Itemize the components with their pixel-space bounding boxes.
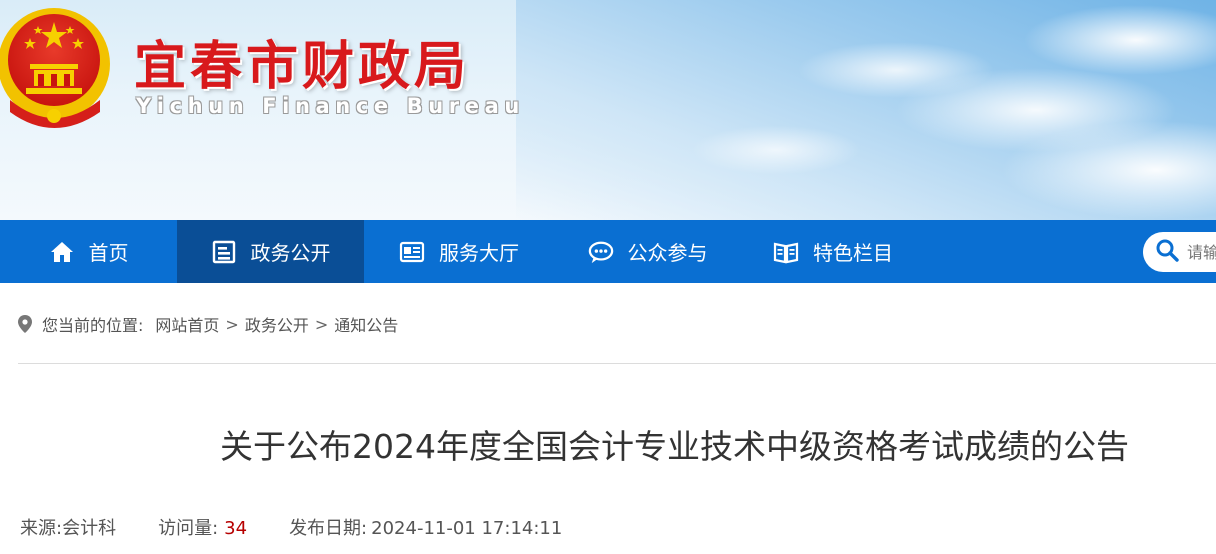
search-box[interactable]	[1143, 232, 1216, 272]
search-icon[interactable]	[1155, 238, 1179, 266]
sky-background	[516, 0, 1216, 220]
nav-item-label: 公众参与	[627, 241, 708, 265]
breadcrumb-link-government-affairs[interactable]: 政务公开	[245, 312, 309, 336]
breadcrumb-separator: >	[314, 314, 329, 334]
nav-item-public-participation[interactable]: 公众参与	[554, 220, 741, 283]
nav-item-label: 首页	[88, 241, 129, 265]
meta-views-value: 34	[224, 518, 248, 539]
meta-date-label: 发布日期:	[289, 518, 368, 539]
breadcrumb-link-notices[interactable]: 通知公告	[334, 312, 398, 336]
breadcrumb-prefix: 您当前的位置:	[42, 316, 144, 335]
chat-bubble-icon	[588, 239, 614, 265]
site-title: 宜春市财政局	[134, 36, 471, 97]
nav-item-label: 服务大厅	[439, 241, 519, 265]
nav-item-service-hall[interactable]: 服务大厅	[364, 220, 554, 283]
location-pin-icon	[18, 315, 32, 333]
document-icon	[211, 239, 237, 265]
breadcrumb-link-home[interactable]: 网站首页	[155, 312, 219, 336]
meta-views-label: 访问量:	[158, 518, 219, 539]
meta-date-value: 2024-11-01 17:14:11	[371, 518, 563, 539]
article-meta: 来源:会计科 访问量: 34 发布日期: 2024-11-01 17:14:11	[20, 514, 604, 540]
id-card-icon	[399, 239, 425, 265]
meta-source-label: 来源:	[20, 518, 63, 539]
national-emblem-icon	[0, 8, 110, 128]
nav-item-home[interactable]: 首页	[0, 220, 177, 283]
main-nav: 首页 政务公开 服务大厅 公众参与 特色栏目	[0, 220, 1216, 283]
article-title: 关于公布2024年度全国会计专业技术中级资格考试成绩的公告	[220, 427, 1129, 466]
nav-item-label: 政务公开	[250, 241, 331, 265]
search-input[interactable]	[1187, 242, 1216, 262]
breadcrumb-separator: >	[225, 314, 239, 334]
divider	[18, 363, 1216, 364]
header-banner: 宜春市财政局 Yichun Finance Bureau	[0, 0, 1216, 220]
meta-date: 发布日期: 2024-11-01 17:14:11	[289, 514, 562, 540]
site-subtitle: Yichun Finance Bureau	[136, 94, 525, 118]
meta-source: 来源:会计科	[20, 514, 116, 540]
home-icon	[49, 239, 75, 265]
book-icon	[773, 239, 799, 265]
meta-views: 访问量: 34	[158, 514, 247, 540]
meta-source-value: 会计科	[62, 518, 117, 539]
nav-item-government-affairs[interactable]: 政务公开	[177, 220, 364, 283]
nav-item-featured-columns[interactable]: 特色栏目	[741, 220, 925, 283]
breadcrumb: 您当前的位置: 网站首页 > 政务公开 > 通知公告	[18, 312, 398, 336]
nav-item-label: 特色栏目	[813, 241, 893, 265]
